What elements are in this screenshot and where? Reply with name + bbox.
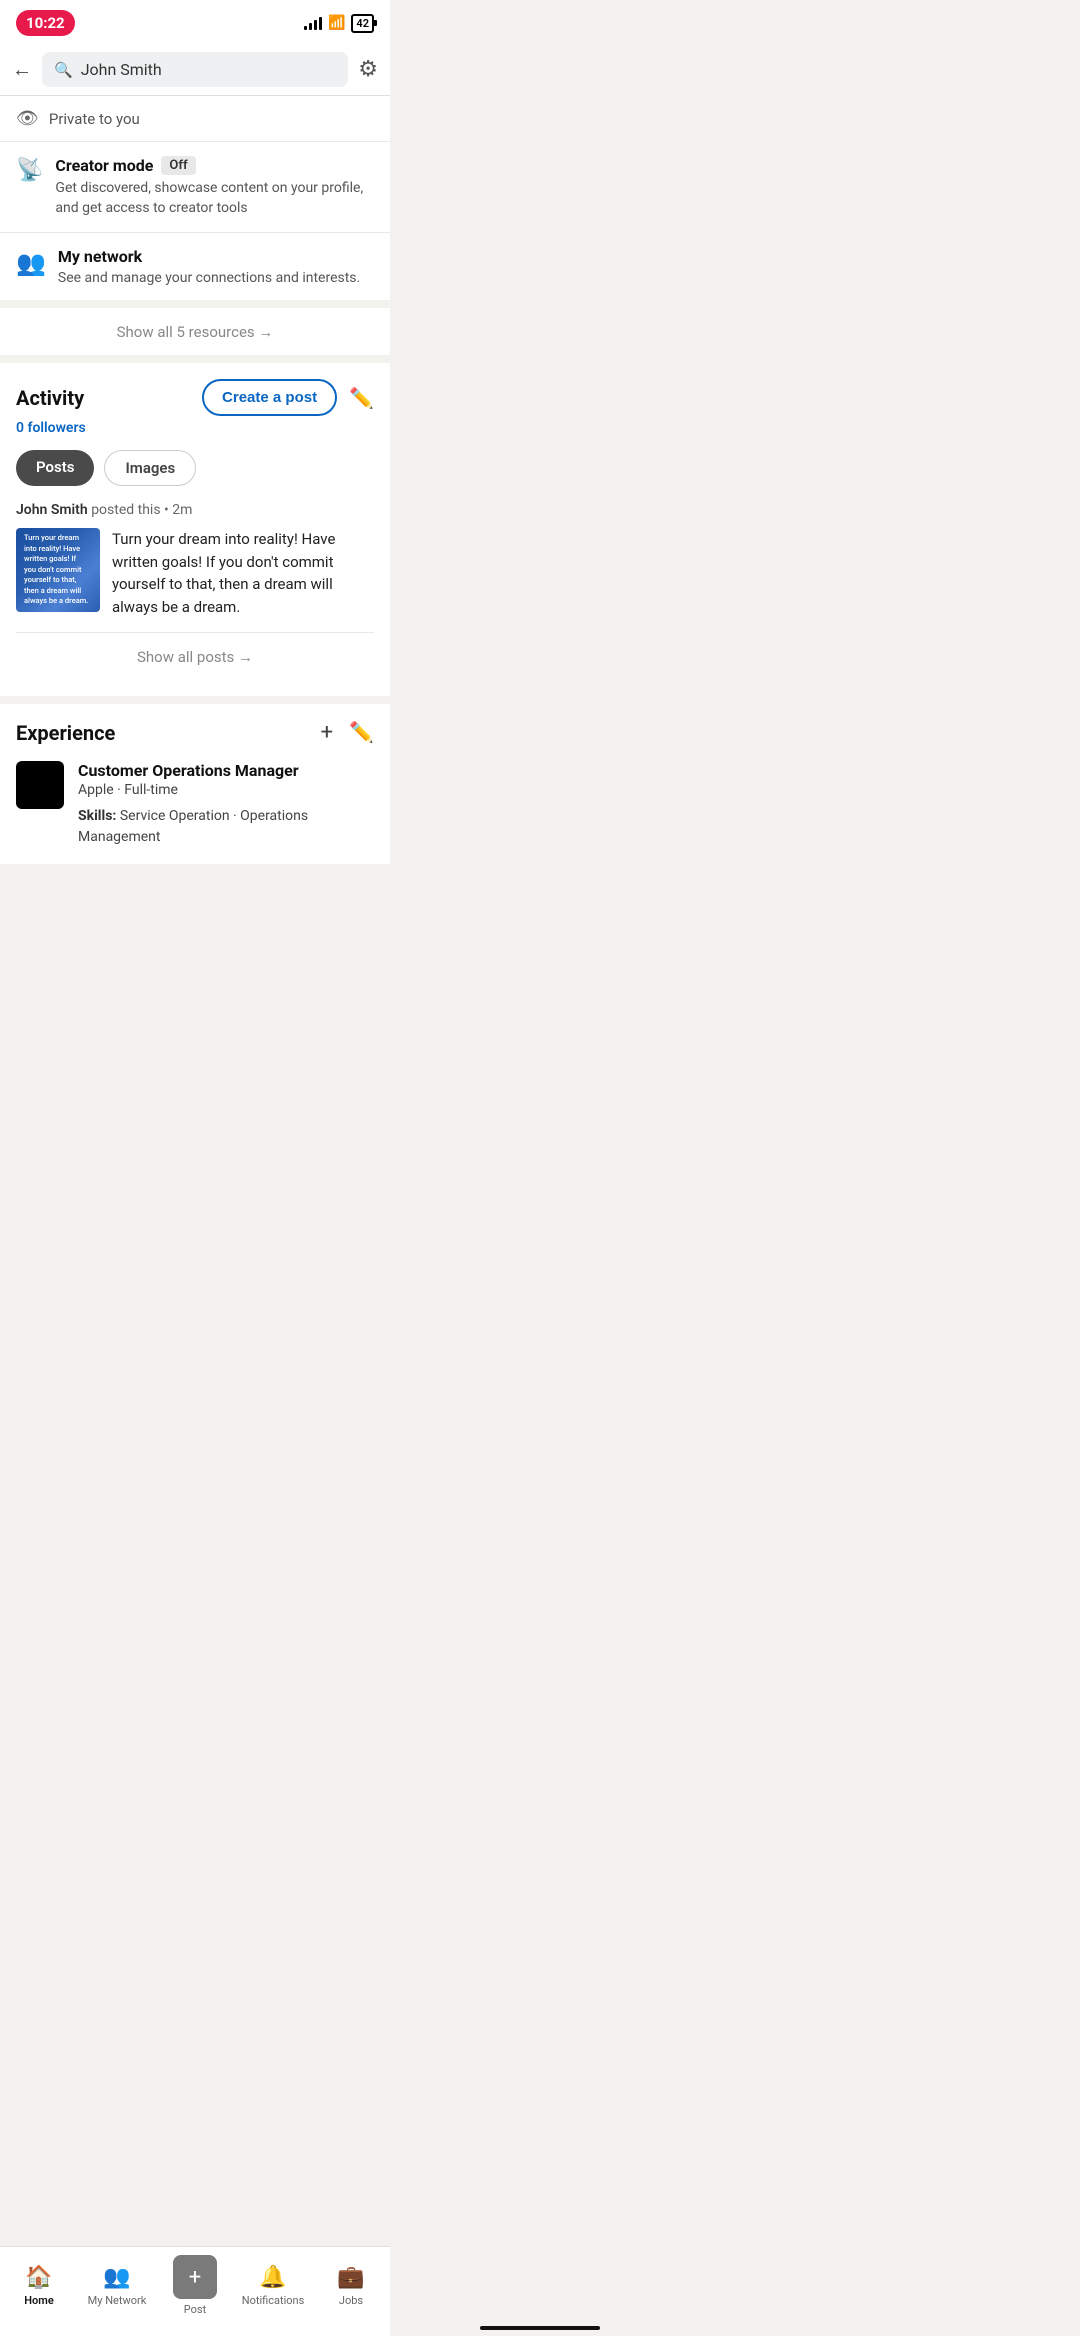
experience-title: Experience: [16, 721, 115, 745]
profile-options-section: 👁 Private to you 📡 Creator mode Off Get …: [0, 96, 390, 300]
job-title: Customer Operations Manager: [78, 761, 374, 780]
notifications-label: Notifications: [242, 2294, 305, 2307]
my-network-icon: 👥: [103, 2265, 130, 2290]
post-content: Turn your dreaminto reality! Havewritten…: [16, 528, 374, 618]
activity-actions: Create a post ✏️: [202, 379, 374, 416]
network-icon: 👥: [16, 249, 46, 277]
create-post-button[interactable]: Create a post: [202, 379, 337, 416]
activity-header: Activity Create a post ✏️: [16, 379, 374, 416]
skills-text: Skills: Service Operation · Operations M…: [78, 806, 374, 848]
home-label: Home: [24, 2294, 54, 2307]
header: ← 🔍 John Smith ⚙: [0, 44, 390, 96]
network-content: My network See and manage your connectio…: [58, 247, 360, 286]
show-all-resources-label: Show all 5 resources →: [117, 323, 274, 341]
network-title: My network: [58, 247, 360, 266]
post-time: 2m: [172, 502, 192, 518]
tab-images[interactable]: Images: [104, 450, 196, 486]
creator-mode-row[interactable]: 📡 Creator mode Off Get discovered, showc…: [0, 142, 390, 233]
creator-icon: 📡: [16, 158, 43, 183]
home-indicator: [480, 2326, 600, 2330]
settings-button[interactable]: ⚙: [358, 57, 378, 82]
tab-posts[interactable]: Posts: [16, 450, 94, 486]
search-box[interactable]: 🔍 John Smith: [42, 52, 348, 87]
creator-title-row: Creator mode Off: [55, 156, 374, 175]
show-all-posts-label: Show all posts →: [137, 648, 253, 666]
search-icon: 🔍: [54, 61, 73, 79]
activity-edit-icon[interactable]: ✏️: [349, 386, 374, 410]
back-button[interactable]: ←: [12, 57, 32, 82]
activity-section: Activity Create a post ✏️ 0 followers Po…: [0, 363, 390, 696]
creator-title: Creator mode: [55, 156, 153, 175]
activity-title: Activity: [16, 386, 84, 410]
bottom-nav: 🏠 Home 👥 My Network + Post 🔔 Notificatio…: [0, 2246, 390, 2336]
post-action: posted this •: [91, 502, 172, 518]
notifications-icon: 🔔: [259, 2265, 286, 2290]
company-logo: [16, 761, 64, 809]
eye-icon: 👁: [16, 108, 39, 129]
activity-tabs: Posts Images: [16, 450, 374, 486]
post-thumbnail[interactable]: Turn your dreaminto reality! Havewritten…: [16, 528, 100, 612]
skills-label: Skills:: [78, 808, 116, 824]
battery-icon: 42: [351, 14, 374, 33]
creator-off-badge: Off: [161, 156, 195, 175]
show-all-posts-button[interactable]: Show all posts →: [16, 632, 374, 680]
private-to-you-row: 👁 Private to you: [0, 96, 390, 142]
status-icons: 📶 42: [304, 14, 374, 33]
nav-home[interactable]: 🏠 Home: [0, 2265, 78, 2307]
edit-experience-button[interactable]: ✏️: [349, 720, 374, 745]
post-body: Turn your dream into reality! Have writt…: [112, 528, 374, 618]
experience-details: Customer Operations Manager Apple · Full…: [78, 761, 374, 848]
experience-actions: + ✏️: [321, 720, 374, 745]
post-meta: John Smith posted this • 2m: [16, 502, 374, 518]
experience-item: Customer Operations Manager Apple · Full…: [16, 761, 374, 848]
experience-section: Experience + ✏️ Customer Operations Mana…: [0, 704, 390, 864]
status-bar: 10:22 📶 42: [0, 0, 390, 44]
experience-header: Experience + ✏️: [16, 720, 374, 745]
post-button[interactable]: +: [173, 2255, 217, 2299]
post-thumb-text: Turn your dreaminto reality! Havewritten…: [24, 533, 92, 607]
creator-content: Creator mode Off Get discovered, showcas…: [55, 156, 374, 218]
creator-description: Get discovered, showcase content on your…: [55, 179, 374, 218]
private-label: Private to you: [49, 110, 140, 128]
jobs-label: Jobs: [339, 2294, 363, 2307]
wifi-icon: 📶: [328, 15, 345, 31]
signal-icon: [304, 16, 322, 30]
nav-notifications[interactable]: 🔔 Notifications: [234, 2265, 312, 2307]
home-icon: 🏠: [25, 2265, 52, 2290]
post-author: John Smith: [16, 502, 88, 518]
post-label: Post: [184, 2303, 206, 2316]
status-time: 10:22: [16, 10, 75, 36]
post-plus-icon: +: [189, 2265, 201, 2290]
my-network-row[interactable]: 👥 My network See and manage your connect…: [0, 233, 390, 300]
show-all-resources-button[interactable]: Show all 5 resources →: [0, 308, 390, 355]
jobs-icon: 💼: [337, 2265, 364, 2290]
network-description: See and manage your connections and inte…: [58, 270, 360, 286]
followers-count[interactable]: 0 followers: [16, 420, 374, 436]
company-name: Apple · Full-time: [78, 782, 374, 798]
nav-post[interactable]: + Post: [156, 2255, 234, 2316]
search-input: John Smith: [81, 60, 162, 79]
add-experience-button[interactable]: +: [321, 720, 333, 745]
nav-jobs[interactable]: 💼 Jobs: [312, 2265, 390, 2307]
my-network-label: My Network: [88, 2294, 147, 2307]
nav-my-network[interactable]: 👥 My Network: [78, 2265, 156, 2307]
